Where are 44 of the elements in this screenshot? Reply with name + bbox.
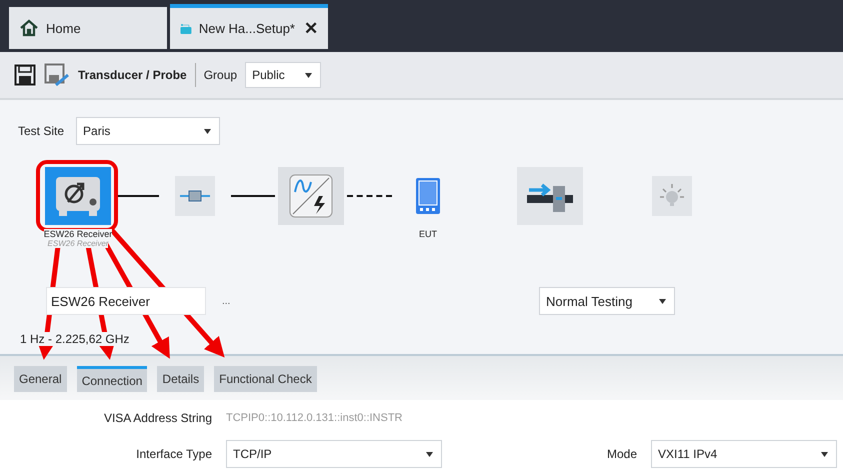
diagram-node[interactable] bbox=[45, 167, 111, 225]
document-tab[interactable]: New Ha...Setup* ✕ bbox=[170, 4, 328, 49]
interface-type-label: Interface Type bbox=[135, 447, 213, 461]
group-select[interactable]: Public bbox=[245, 62, 322, 88]
test-site-select[interactable]: Paris bbox=[76, 117, 220, 145]
save-as-icon[interactable] bbox=[44, 63, 70, 87]
dropdown-caret-icon bbox=[204, 128, 212, 134]
close-icon[interactable]: ✕ bbox=[304, 18, 318, 39]
diagram-node[interactable] bbox=[278, 167, 344, 225]
tab-label: Home bbox=[46, 20, 81, 36]
node-label: ESW26 Receiver bbox=[44, 229, 112, 239]
phone-icon bbox=[415, 177, 442, 215]
visa-address: TCPIP0::10.112.0.131::inst0::INSTR bbox=[226, 412, 402, 424]
tab-label: New Ha...Setup* bbox=[198, 21, 295, 36]
receiver-icon bbox=[53, 174, 103, 218]
frequency-range: 1 Hz - 2.225,62 GHz bbox=[18, 332, 132, 346]
diagram-node[interactable] bbox=[517, 167, 584, 225]
group-label: Group bbox=[204, 68, 238, 82]
detail-tab[interactable]: Details bbox=[157, 366, 204, 392]
detail-tab[interactable]: General bbox=[14, 366, 67, 392]
dropdown-caret-icon bbox=[659, 298, 666, 304]
node-sublabel: ESW26 Receiver bbox=[48, 239, 108, 248]
detail-tab[interactable]: Functional Check bbox=[214, 366, 317, 392]
dropdown-caret-icon bbox=[426, 452, 433, 456]
testing-mode-select[interactable]: Normal Testing bbox=[539, 287, 675, 315]
document-tab[interactable]: Home bbox=[9, 7, 167, 49]
dropdown-caret-icon bbox=[821, 452, 828, 456]
visa-label: VISA Address String bbox=[102, 411, 213, 425]
mode-label: Mode bbox=[606, 447, 637, 461]
save-icon[interactable] bbox=[14, 64, 36, 86]
detail-tab[interactable]: Connection bbox=[76, 366, 148, 392]
diagram-node[interactable] bbox=[652, 176, 692, 216]
converter-icon bbox=[289, 174, 334, 218]
device-name-field[interactable]: ESW26 Receiver bbox=[46, 287, 206, 315]
interface-type-select[interactable]: TCP/IP bbox=[226, 440, 442, 468]
node-label: EUT bbox=[419, 229, 438, 239]
test-site-label: Test Site bbox=[18, 124, 64, 138]
toolbar-title: Transducer / Probe bbox=[78, 68, 187, 82]
diagram-node[interactable] bbox=[174, 176, 215, 216]
dropdown-caret-icon bbox=[305, 72, 312, 78]
coupler-icon bbox=[180, 189, 210, 203]
browse-button[interactable]: ... bbox=[216, 294, 236, 308]
mode-select[interactable]: VXI11 IPv4 bbox=[651, 440, 837, 468]
home-icon bbox=[19, 19, 39, 37]
